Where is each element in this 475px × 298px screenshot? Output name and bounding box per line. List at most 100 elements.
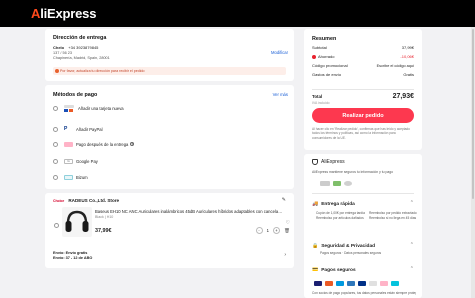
delivery-date: Envío: 37 - 12 de ABO [53,256,93,260]
payment-option-bizum[interactable]: Bizum [53,171,286,183]
divider [312,89,414,90]
trust-brand: AliExpress [321,159,345,165]
card-payment-icon: 💳 [312,267,319,273]
payment-option-label: Pago después de la entrega [76,141,129,147]
scrollbar-thumb[interactable] [472,29,474,199]
radio-button[interactable] [53,141,58,147]
payment-option-gpay[interactable]: G Google Pay [53,155,286,167]
change-address-link[interactable]: Modificar [271,50,288,55]
secure-pay-header[interactable]: 💳 Pagos seguros [312,267,356,273]
truck-icon: 🚚 [312,201,319,207]
mastercard-icon [325,281,333,286]
decrease-button[interactable]: − [255,227,263,234]
address-warning-text: Por favor, actualiza tu dirección para r… [60,69,145,73]
choice-badge: Choice [53,198,65,203]
trust-logo-icon [344,181,352,186]
visa-icon [314,281,322,286]
trust-text: AliExpress mantiene seguros tu informaci… [312,170,394,174]
address-card: Dirección de entrega Chelo +34 392387984… [45,29,294,81]
product-price: 37,99€ [95,228,112,234]
see-more-payment-link[interactable]: Ver más [273,92,288,97]
saved-label: Ahorrado [318,54,335,59]
increase-button[interactable]: + [273,227,280,234]
radio-button[interactable] [53,174,58,180]
klarna-icon [380,281,388,286]
gpay-icon: G [64,158,73,164]
total-value: 27,93€ [392,93,414,100]
fast-delivery-header[interactable]: 🚚 Entrega rápida [312,201,355,207]
subtotal-value: 37,99€ [401,45,414,50]
promo-input[interactable]: Escribe el código aquí [377,64,414,68]
payment-title: Métodos de pago [53,92,98,98]
secure-pay-text: Con socios de pago populares, tus datos … [312,291,416,295]
shipping-row: Gastos de envío Gratis [312,72,414,77]
payment-option-label: Añadir PayPal [76,126,103,132]
headphones-icon [65,210,89,232]
radio-button[interactable] [53,126,58,132]
address-warning: Por favor, actualiza tu dirección para r… [53,67,286,75]
store-header: Choice RADEUS Co.,Ltd. Store [53,198,119,203]
chevron-up-icon[interactable]: ⌃ [410,266,414,272]
payment-option-card[interactable]: Añadir una tarjeta nueva [53,102,286,114]
payment-option-paypal[interactable]: P Añadir PayPal [53,123,286,135]
total-label: Total [312,94,323,99]
address-line-2: Chapinería, Madrid, Spain, 28001 [53,56,110,60]
info-icon[interactable]: ? [130,142,135,146]
address-title: Dirección de entrega [53,35,107,41]
product-variant[interactable]: Black | H10 [95,215,113,219]
product-image[interactable] [62,207,92,237]
store-card: Choice RADEUS Co.,Ltd. Store ✎ Baseus EH… [45,193,294,268]
promo-row[interactable]: Código promocional Escribe el código aqu… [312,63,414,68]
payment-option-klarna[interactable]: Pago después de la entrega ? [53,138,286,150]
chevron-up-icon[interactable]: ⌃ [410,242,414,248]
security-title: Seguridad & Privacidad [321,243,376,249]
promo-label: Código promocional [312,63,348,68]
recipient-line: Chelo +34 3923879845 [53,45,98,50]
security-header[interactable]: 🔒 Seguridad & Privacidad [312,243,375,249]
shipping-label: Gastos de envío [312,72,342,77]
aliexpress-logo[interactable]: AliExpress [31,6,96,21]
product-checkbox[interactable] [54,223,59,228]
payment-option-label: Añadir una tarjeta nueva [78,105,124,111]
product-title[interactable]: Baseus EH10 NC ANC Auriculares inalámbri… [95,209,283,214]
edit-icon[interactable]: ✎ [282,197,286,203]
favorite-icon[interactable]: ♡ [286,220,290,226]
place-order-button[interactable]: Realizar pedido [312,108,414,123]
trust-logo-icon [333,181,341,186]
chevron-right-icon[interactable]: › [284,252,286,258]
card-icon [64,104,74,112]
store-name[interactable]: RADEUS Co.,Ltd. Store [68,198,119,203]
subtotal-row: Subtotal 37,99€ [312,45,414,50]
saved-value: -10,06€ [400,54,414,59]
discount-icon [312,54,316,59]
bizum-icon [64,174,73,180]
total-row: Total 27,93€ [312,93,414,100]
fast-delivery-item: Reembolso si no llega en 45 días [369,216,417,220]
trust-logo-icon [320,181,330,186]
chevron-up-icon[interactable]: ⌃ [410,200,414,206]
trust-card: AliExpress AliExpress mantiene seguros t… [304,154,422,298]
address-line-1: 137 / 56 23 [53,51,73,55]
saved-row: Ahorrado -10,06€ [312,54,414,59]
divider [312,193,414,194]
payment-option-label: Google Pay [76,158,98,164]
amex-icon [347,281,355,286]
lock-icon: 🔒 [312,243,319,249]
scrollbar[interactable] [471,27,475,298]
payment-option-label: Bizum [76,174,88,180]
top-bar: AliExpress [0,0,475,27]
radio-button[interactable] [53,105,58,111]
paypal-icon [358,281,366,286]
recipient-name: Chelo [53,45,65,50]
radio-button[interactable] [53,158,58,164]
trust-logos [320,181,355,186]
delete-icon[interactable]: 🗑 [284,228,290,234]
payment-card: Métodos de pago Ver más Añadir una tarje… [45,85,294,189]
fast-delivery-item: Cupón de 1,00€ por entrega tardía [316,211,365,215]
legal-note: Al hacer clic en 'Realizar pedido', conf… [312,127,410,140]
subtotal-label: Subtotal [312,45,327,50]
quantity-value[interactable]: 1 [267,228,269,233]
paypal-icon: P [64,126,73,132]
shipping-value: Gratis [403,72,414,77]
bizum-icon [391,281,399,286]
